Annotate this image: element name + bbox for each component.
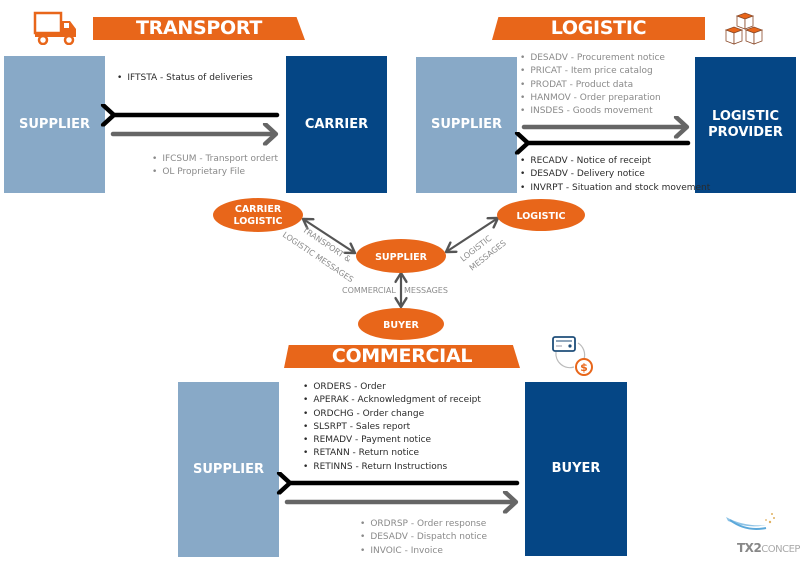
hub-node-logistic: LOGISTIC (497, 199, 585, 231)
tx2concept-logo: TX2CONCEPT (737, 541, 800, 555)
hub-node-supplier: SUPPLIER (356, 239, 446, 273)
tx2concept-logo-mark (726, 513, 775, 530)
hub-node-label: CARRIER (235, 204, 282, 215)
hub-node-buyer: BUYER (358, 308, 444, 340)
hub-node-label: LOGISTIC (234, 216, 283, 227)
logo-suffix: CONCEPT (761, 544, 800, 555)
hub-node-label: LOGISTIC (517, 211, 566, 222)
hub-edge-label: COMMERCIAL (342, 286, 396, 295)
diagram-overlay: CARRIER LOGISTIC SUPPLIER LOGISTIC BUYER… (0, 0, 775, 530)
hub-node-carrier-logistic: CARRIER LOGISTIC (213, 198, 303, 232)
logo-prefix: TX2 (737, 541, 762, 555)
hub-node-label: SUPPLIER (375, 252, 428, 263)
hub-node-label: BUYER (383, 320, 419, 331)
hub-edge-label: MESSAGES (404, 286, 448, 295)
